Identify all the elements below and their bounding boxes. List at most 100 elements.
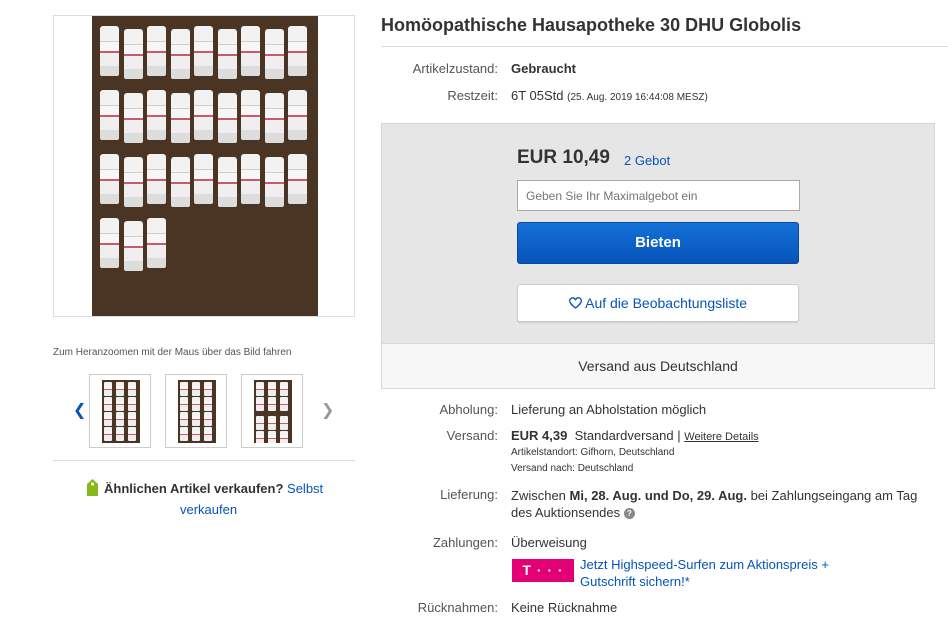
item-location: Artikelstandort: Gifhorn, Deutschland (511, 447, 675, 458)
bottle-graphic (204, 427, 212, 441)
bottle-graphic (280, 382, 288, 396)
watchlist-label: Auf die Beobachtungsliste (585, 295, 747, 311)
bottle-graphic (241, 154, 260, 204)
bottle-graphic (192, 397, 200, 411)
chevron-right-icon[interactable]: ❯ (321, 400, 334, 420)
bottle-graphic (192, 412, 200, 426)
bottle-graphic (104, 412, 112, 426)
watchlist-button[interactable]: Auf die Beobachtungsliste (517, 284, 799, 322)
pickup-label: Abholung: (439, 402, 498, 417)
pickup-value: Lieferung an Abholstation möglich (511, 402, 707, 417)
bottle-graphic (217, 93, 237, 143)
bottle-graphic (192, 427, 200, 441)
returns-label: Rücknahmen: (417, 600, 498, 615)
product-photo (92, 16, 318, 316)
bottle-graphic (116, 382, 124, 396)
bottle-graphic (256, 382, 264, 396)
promo-link[interactable]: Jetzt Highspeed-Surfen zum Aktionspreis … (580, 556, 850, 590)
shipping-details-link[interactable]: Weitere Details (684, 431, 758, 443)
max-bid-input[interactable] (517, 180, 800, 211)
bid-button[interactable]: Bieten (517, 222, 799, 264)
bottle-graphic (128, 382, 136, 396)
bottle-graphic (180, 427, 188, 441)
sell-similar-text: Ähnlichen Artikel verkaufen? (104, 481, 284, 496)
bottle-graphic (288, 154, 307, 204)
bottle-graphic (280, 416, 288, 430)
bottle-graphic (192, 382, 200, 396)
bottle-graphic (180, 412, 188, 426)
delivery-value: Zwischen Mi, 28. Aug. und Do, 29. Aug. b… (511, 487, 941, 521)
bottle-graphic (123, 29, 143, 79)
main-product-image[interactable] (53, 15, 355, 317)
heart-icon (569, 297, 582, 309)
thumbnail-1[interactable] (89, 374, 151, 448)
bottle-graphic (241, 90, 260, 140)
bottle-graphic (147, 154, 166, 204)
bottle-graphic (268, 382, 276, 396)
thumbnail-photo (254, 380, 292, 443)
bottle-graphic (104, 427, 112, 441)
bottle-graphic (268, 397, 276, 411)
help-icon[interactable]: ? (623, 508, 635, 519)
delivery-dates: Mi, 28. Aug. und Do, 29. Aug. (569, 488, 747, 503)
bottle-graphic (128, 397, 136, 411)
delivery-prefix: Zwischen (511, 488, 570, 503)
bottle-graphic (217, 29, 237, 79)
telekom-logo[interactable]: T · · · (512, 559, 574, 582)
shipping-type: Standardversand (574, 428, 674, 443)
bottle-graphic (170, 93, 190, 143)
bottle-graphic (128, 427, 136, 441)
time-left: 6T 05Std (25. Aug. 2019 16:44:08 MESZ) (511, 88, 708, 103)
condition-label: Artikelzustand: (412, 61, 498, 76)
bottle-graphic (100, 154, 119, 204)
bids-count-link[interactable]: 2 Gebot (624, 153, 670, 168)
sell-similar: Ähnlichen Artikel verkaufen? Selbst verk… (87, 478, 347, 520)
returns-value: Keine Rücknahme (511, 600, 618, 615)
payment-label: Zahlungen: (432, 535, 498, 550)
payment-value: Überweisung (511, 535, 587, 550)
divider (53, 460, 355, 461)
time-left-end: (25. Aug. 2019 16:44:08 MESZ) (567, 92, 708, 103)
bottle-graphic (204, 412, 212, 426)
bottle-graphic (288, 90, 307, 140)
bottle-graphic (123, 157, 143, 207)
bottle-graphic (280, 397, 288, 411)
bottle-graphic (147, 26, 166, 76)
bottle-graphic (256, 431, 264, 443)
bottle-graphic (268, 431, 276, 443)
bottle-graphic (256, 416, 264, 430)
bottle-graphic (100, 90, 119, 140)
bottle-graphic (180, 382, 188, 396)
bottle-graphic (217, 157, 237, 207)
bottle-graphic (280, 431, 288, 443)
bottle-graphic (170, 29, 190, 79)
bottle-graphic (170, 157, 190, 207)
time-left-label: Restzeit: (447, 88, 498, 103)
ship-from-text: Versand aus Deutschland (578, 358, 738, 374)
promo-line2: Gutschrift sichern!* (580, 574, 690, 589)
delivery-suffix: bei Zahlungseingang am Tag (746, 488, 918, 503)
bottle-graphic (264, 93, 284, 143)
bottle-graphic (194, 90, 213, 140)
bottle-graphic (100, 218, 119, 268)
shipping-label: Versand: (446, 428, 498, 443)
bottle-graphic (204, 397, 212, 411)
thumbnail-3[interactable] (241, 374, 303, 448)
bottle-graphic (100, 26, 119, 76)
bottle-graphic (194, 26, 213, 76)
chevron-left-icon[interactable]: ❮ (73, 400, 86, 420)
thumbnail-photo (102, 380, 140, 443)
sell-link-part1[interactable]: Selbst (287, 481, 323, 496)
bottle-graphic (264, 157, 284, 207)
bottle-graphic (241, 26, 260, 76)
bottle-graphic (104, 382, 112, 396)
sell-link-part2[interactable]: verkaufen (87, 499, 347, 520)
bottle-graphic (128, 412, 136, 426)
page-title: Homöopathische Hausapotheke 30 DHU Globo… (381, 15, 802, 35)
delivery-label: Lieferung: (440, 487, 498, 502)
ships-to: Versand nach: Deutschland (511, 463, 634, 474)
thumbnail-2[interactable] (165, 374, 227, 448)
shipping-value: EUR 4,39 Standardversand | Weitere Detai… (511, 428, 759, 443)
thumbnail-photo (178, 380, 216, 443)
bottle-graphic (288, 26, 307, 76)
